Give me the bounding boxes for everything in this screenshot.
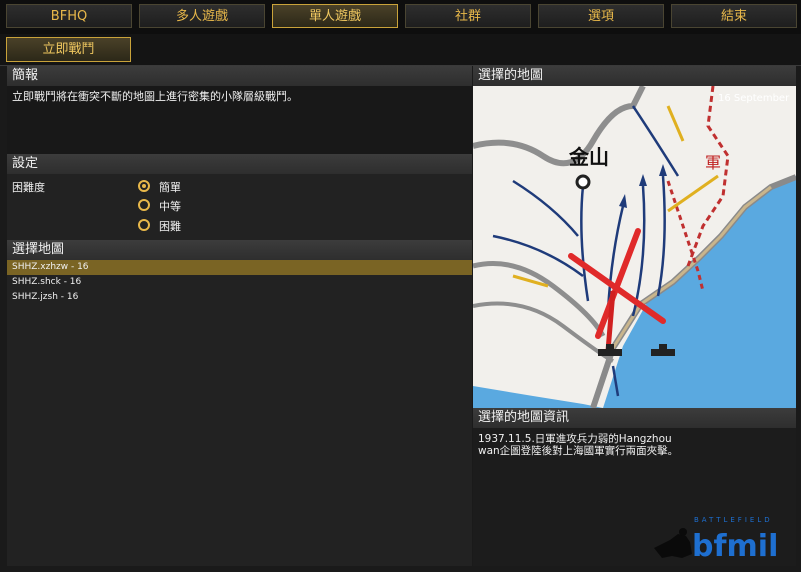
map-list-item[interactable]: SHHZ.jzsh - 16: [7, 290, 472, 305]
radio-unchecked-icon[interactable]: [138, 219, 150, 231]
svg-text:軍: 軍: [705, 153, 721, 172]
right-panel: 選擇的地圖 金山 軍 16 September 選擇的地圖資訊 1937.11.…: [473, 66, 796, 566]
left-panel: 簡報 立即戰鬥將在衝突不斷的地圖上進行密集的小隊層級戰鬥。 設定 困難度 簡單 …: [7, 66, 472, 566]
nav-community[interactable]: 社群: [405, 4, 531, 28]
map-info-line: 1937.11.5.日軍進攻兵力弱的Hangzhou: [478, 433, 672, 445]
city-marker-icon: [575, 174, 591, 190]
difficulty-option-label: 中等: [159, 200, 181, 213]
radio-checked-icon[interactable]: [138, 180, 150, 192]
briefing-header: 簡報: [7, 66, 472, 86]
map-list-item[interactable]: SHHZ.xzhzw - 16: [7, 260, 472, 275]
difficulty-option-label: 困難: [159, 220, 181, 233]
map-date-label: 16 September: [718, 93, 790, 104]
nav-bfhq[interactable]: BFHQ: [6, 4, 132, 28]
sub-nav-bar: 立即戰鬥: [0, 34, 801, 66]
nav-multiplayer[interactable]: 多人遊戲: [139, 4, 265, 28]
nav-singleplayer[interactable]: 單人遊戲: [272, 4, 398, 28]
battle-map-illustration: 金山 軍 16 September: [473, 86, 796, 408]
nav-quit[interactable]: 結束: [671, 4, 797, 28]
settings-header: 設定: [7, 154, 472, 174]
map-info-line: wan企圖登陸後對上海國軍實行兩面夾擊。: [478, 445, 679, 457]
map-select-header: 選擇地圖: [7, 240, 472, 260]
instant-battle-tab[interactable]: 立即戰鬥: [6, 37, 131, 62]
map-preview-image: 金山 軍 16 September: [473, 86, 796, 408]
difficulty-option-label: 簡單: [159, 181, 181, 194]
svg-text:bfmil: bfmil: [692, 529, 778, 564]
selected-map-header: 選擇的地圖: [473, 66, 796, 86]
briefing-text: 立即戰鬥將在衝突不斷的地圖上進行密集的小隊層級戰鬥。: [12, 90, 298, 103]
top-nav-bar: BFHQ 多人遊戲 單人遊戲 社群 選項 結束: [0, 0, 801, 34]
city-label: 金山: [568, 145, 609, 169]
difficulty-label: 困難度: [12, 181, 45, 194]
nav-options[interactable]: 選項: [538, 4, 664, 28]
radio-unchecked-icon[interactable]: [138, 199, 150, 211]
map-info-text: 1937.11.5.日軍進攻兵力弱的Hangzhou wan企圖登陸後對上海國軍…: [478, 433, 678, 457]
map-info-header: 選擇的地圖資訊: [473, 408, 796, 428]
svg-text:BATTLEFIELD: BATTLEFIELD: [694, 516, 773, 524]
bfmil-logo: BATTLEFIELD bfmil: [652, 512, 796, 568]
map-list-item[interactable]: SHHZ.shck - 16: [7, 275, 472, 290]
